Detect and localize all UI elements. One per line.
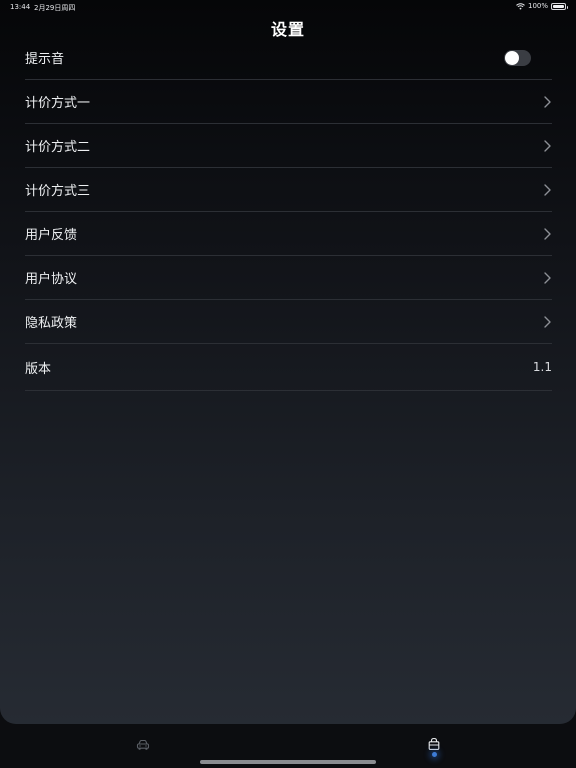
setting-label-pricing-2: 计价方式二 [25,140,91,155]
settings-panel: 13:44 2月29日周四 100% 设置 提示音 计价方式一 计价方式二 计价… [0,0,576,724]
chevron-right-icon [542,139,552,153]
wifi-icon [516,2,525,10]
status-date: 2月29日周四 [34,4,76,12]
settings-list: 提示音 计价方式一 计价方式二 计价方式三 用户反馈 用户协议 隐私政策 版本 … [25,36,552,391]
setting-label-pricing-3: 计价方式三 [25,184,91,199]
setting-row-feedback[interactable]: 用户反馈 [25,212,552,256]
setting-row-pricing-3[interactable]: 计价方式三 [25,168,552,212]
tab-bag[interactable] [422,736,446,760]
setting-label-sound: 提示音 [25,52,65,67]
setting-row-agreement[interactable]: 用户协议 [25,256,552,300]
active-tab-indicator [431,752,437,757]
battery-fill [553,4,564,8]
chevron-right-icon [542,315,552,329]
status-time: 13:44 [10,3,31,11]
setting-row-pricing-2[interactable]: 计价方式二 [25,124,552,168]
battery-icon [551,2,568,10]
car-icon [136,736,150,755]
tab-car[interactable] [131,736,155,760]
toggle-knob [505,50,519,65]
setting-label-privacy: 隐私政策 [25,316,78,331]
version-value: 1.1 [532,360,552,374]
status-indicators: 100% [516,2,568,10]
chevron-right-icon [542,227,552,241]
status-bar: 13:44 2月29日周四 100% [0,0,576,14]
setting-label-agreement: 用户协议 [25,272,78,287]
app-screen: 13:44 2月29日周四 100% 设置 提示音 计价方式一 计价方式二 计价… [0,0,576,768]
setting-label-pricing-1: 计价方式一 [25,96,91,111]
sound-toggle[interactable] [504,49,531,66]
setting-row-sound: 提示音 [25,36,552,80]
setting-label-feedback: 用户反馈 [25,228,78,243]
battery-percent: 100% [527,2,548,10]
chevron-right-icon [542,271,552,285]
setting-row-privacy[interactable]: 隐私政策 [25,300,552,344]
home-indicator [200,760,376,764]
setting-row-pricing-1[interactable]: 计价方式一 [25,80,552,124]
setting-label-version: 版本 [25,361,52,377]
chevron-right-icon [542,183,552,197]
chevron-right-icon [542,95,552,109]
setting-row-version: 版本 1.1 [25,344,552,391]
